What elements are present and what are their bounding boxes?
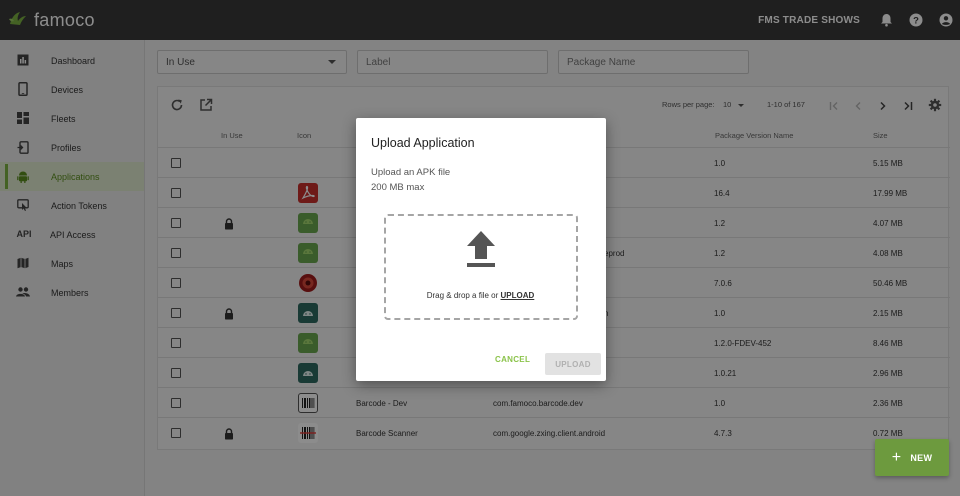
upload-link[interactable]: UPLOAD: [501, 291, 535, 300]
upload-application-dialog: Upload Application Upload an APK file 20…: [356, 118, 606, 381]
file-dropzone[interactable]: Drag & drop a file or UPLOAD: [384, 214, 578, 320]
new-application-button[interactable]: + NEW: [875, 439, 949, 476]
drop-instructions: Drag & drop a file or UPLOAD: [386, 291, 575, 300]
drop-instructions-text: Drag & drop a file or: [426, 291, 501, 300]
dialog-title: Upload Application: [371, 136, 475, 150]
plus-icon: +: [891, 448, 902, 466]
new-button-label: NEW: [910, 452, 933, 463]
upload-button[interactable]: UPLOAD: [545, 353, 601, 375]
cancel-button[interactable]: CANCEL: [495, 355, 530, 364]
dialog-description-size-limit: 200 MB max: [371, 182, 425, 193]
dialog-description-file-type: Upload an APK file: [371, 167, 451, 178]
upload-arrow-icon: [465, 230, 497, 275]
